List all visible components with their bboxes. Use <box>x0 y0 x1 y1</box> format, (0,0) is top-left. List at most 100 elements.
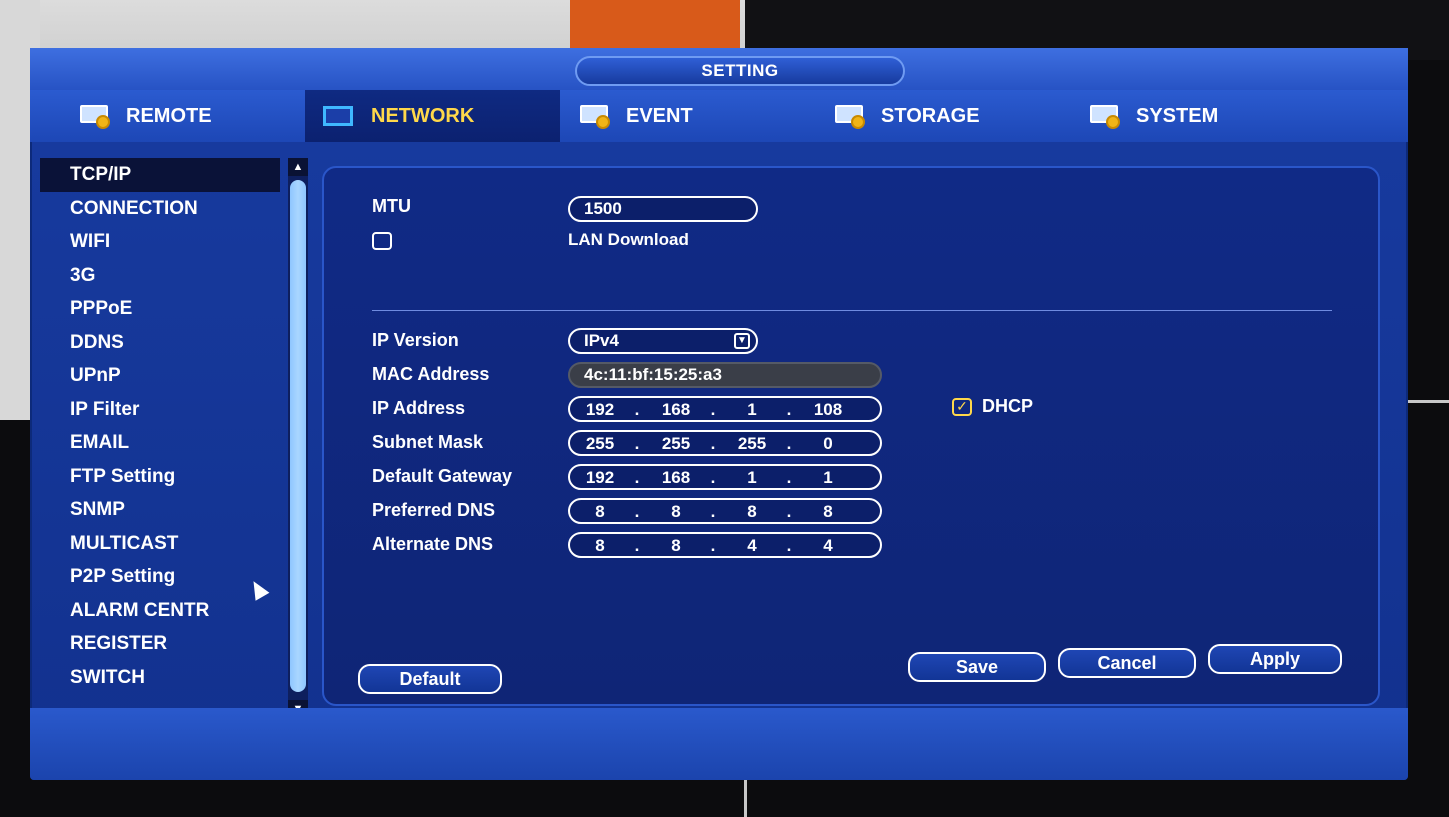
window-title: SETTING <box>575 56 905 86</box>
subnet-octet[interactable]: 255 <box>728 433 776 455</box>
tab-label: SYSTEM <box>1136 104 1219 127</box>
alternate-dns-label: Alternate DNS <box>372 534 494 554</box>
mtu-label: MTU <box>372 196 411 216</box>
dhcp-label: DHCP <box>982 396 1034 416</box>
subnet-octet[interactable]: 0 <box>804 433 852 455</box>
octet-separator: . <box>710 468 716 487</box>
background-orange-object <box>570 0 740 48</box>
dns-octet[interactable]: 8 <box>804 501 852 523</box>
scroll-thumb[interactable] <box>290 180 306 692</box>
dns-octet[interactable]: 8 <box>576 501 624 523</box>
sidebar-item-p2p-setting[interactable]: P2P Setting <box>40 560 308 594</box>
sidebar-nav: TCP/IP CONNECTION WIFI 3G PPPoE DDNS UPn… <box>40 158 308 718</box>
mac-address-label: MAC Address <box>372 364 490 384</box>
subnet-mask-label: Subnet Mask <box>372 432 484 452</box>
mac-address-field: 4c:11:bf:15:25:a3 <box>568 362 882 388</box>
octet-separator: . <box>710 502 716 521</box>
ip-version-select[interactable]: IPv4 ▼ <box>568 328 758 354</box>
tab-remote[interactable]: REMOTE <box>60 90 315 142</box>
bottom-bar <box>30 708 1408 780</box>
sidebar-item-ddns[interactable]: DDNS <box>40 326 308 360</box>
octet-separator: . <box>786 536 792 555</box>
preferred-dns-field[interactable]: 8 . 8 . 8 . 8 <box>568 498 882 524</box>
sidebar-item-pppoe[interactable]: PPPoE <box>40 292 308 326</box>
sidebar-item-multicast[interactable]: MULTICAST <box>40 527 308 561</box>
network-icon <box>319 103 363 129</box>
sidebar-item-email[interactable]: EMAIL <box>40 426 308 460</box>
octet-separator: . <box>634 434 640 453</box>
octet-separator: . <box>786 502 792 521</box>
tab-system[interactable]: SYSTEM <box>1070 90 1325 142</box>
octet-separator: . <box>710 536 716 555</box>
tab-event[interactable]: EVENT <box>560 90 815 142</box>
sidebar-item-switch[interactable]: SWITCH <box>40 661 308 695</box>
octet-separator: . <box>634 502 640 521</box>
sidebar-item-upnp[interactable]: UPnP <box>40 359 308 393</box>
tab-storage[interactable]: STORAGE <box>815 90 1070 142</box>
sidebar-item-wifi[interactable]: WIFI <box>40 225 308 259</box>
ip-version-value: IPv4 <box>584 331 619 350</box>
tab-label: NETWORK <box>371 104 475 127</box>
gateway-octet[interactable]: 168 <box>652 467 700 489</box>
sidebar-item-ip-filter[interactable]: IP Filter <box>40 393 308 427</box>
settings-window: SETTING REMOTE NETWORK EVENT STORAGE SYS… <box>30 48 1408 780</box>
sidebar-scrollbar[interactable]: ▲ ▼ <box>288 158 308 718</box>
ip-octet[interactable]: 1 <box>728 399 776 421</box>
chevron-down-icon[interactable]: ▼ <box>734 333 750 349</box>
ip-octet[interactable]: 168 <box>652 399 700 421</box>
preferred-dns-label: Preferred DNS <box>372 500 496 520</box>
lan-download-checkbox[interactable] <box>372 232 392 250</box>
ip-version-label: IP Version <box>372 330 459 350</box>
sidebar-item-tcpip[interactable]: TCP/IP <box>40 158 280 192</box>
subnet-octet[interactable]: 255 <box>652 433 700 455</box>
mtu-field[interactable]: 1500 <box>568 196 758 222</box>
dns-octet[interactable]: 8 <box>652 501 700 523</box>
tcpip-settings-panel: MTU 1500 LAN Download IP Version IPv4 ▼ … <box>322 166 1380 706</box>
save-button[interactable]: Save <box>908 652 1046 682</box>
default-gateway-field[interactable]: 192 . 168 . 1 . 1 <box>568 464 882 490</box>
tab-bar: REMOTE NETWORK EVENT STORAGE SYSTEM <box>30 90 1408 142</box>
tab-label: REMOTE <box>126 104 212 127</box>
default-button[interactable]: Default <box>358 664 502 694</box>
subnet-octet[interactable]: 255 <box>576 433 624 455</box>
ip-address-field[interactable]: 192 . 168 . 1 . 108 <box>568 396 882 422</box>
octet-separator: . <box>786 400 792 419</box>
dns-octet[interactable]: 4 <box>804 535 852 557</box>
tab-network[interactable]: NETWORK <box>305 90 560 142</box>
sidebar-item-alarm-centre[interactable]: ALARM CENTR <box>40 594 308 628</box>
divider <box>372 310 1332 311</box>
ip-address-label: IP Address <box>372 398 466 418</box>
octet-separator: . <box>634 536 640 555</box>
cancel-button[interactable]: Cancel <box>1058 648 1196 678</box>
gateway-octet[interactable]: 1 <box>804 467 852 489</box>
ip-octet[interactable]: 108 <box>804 399 852 421</box>
scroll-up-icon[interactable]: ▲ <box>288 158 308 176</box>
storage-icon <box>829 103 873 129</box>
tab-label: STORAGE <box>881 104 980 127</box>
dhcp-checkbox[interactable]: ✓ <box>952 398 972 416</box>
default-gateway-label: Default Gateway <box>372 466 513 486</box>
sidebar-item-register[interactable]: REGISTER <box>40 627 308 661</box>
dns-octet[interactable]: 8 <box>728 501 776 523</box>
event-icon <box>574 103 618 129</box>
dns-octet[interactable]: 8 <box>652 535 700 557</box>
system-icon <box>1084 103 1128 129</box>
sidebar-item-connection[interactable]: CONNECTION <box>40 192 308 226</box>
dns-octet[interactable]: 4 <box>728 535 776 557</box>
apply-button[interactable]: Apply <box>1208 644 1342 674</box>
ip-octet[interactable]: 192 <box>576 399 624 421</box>
subnet-mask-field[interactable]: 255 . 255 . 255 . 0 <box>568 430 882 456</box>
octet-separator: . <box>634 400 640 419</box>
dns-octet[interactable]: 8 <box>576 535 624 557</box>
alternate-dns-field[interactable]: 8 . 8 . 4 . 4 <box>568 532 882 558</box>
sidebar-item-ftp-setting[interactable]: FTP Setting <box>40 460 308 494</box>
title-bar: SETTING <box>30 48 1408 90</box>
octet-separator: . <box>710 400 716 419</box>
gateway-octet[interactable]: 1 <box>728 467 776 489</box>
lan-download-label: LAN Download <box>568 230 689 249</box>
octet-separator: . <box>634 468 640 487</box>
sidebar-item-snmp[interactable]: SNMP <box>40 493 308 527</box>
gateway-octet[interactable]: 192 <box>576 467 624 489</box>
octet-separator: . <box>710 434 716 453</box>
sidebar-item-3g[interactable]: 3G <box>40 259 308 293</box>
